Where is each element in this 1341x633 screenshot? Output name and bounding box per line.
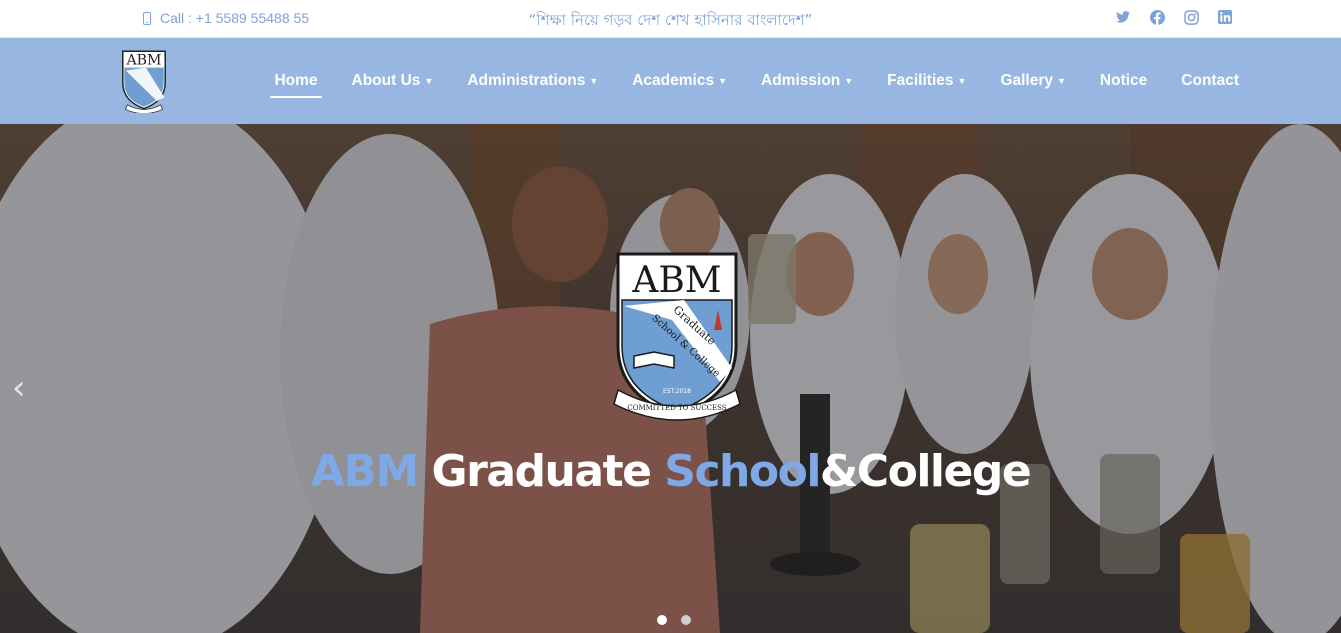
nav-admission[interactable]: Admission ▼	[761, 38, 853, 124]
hero-title-college: &College	[819, 446, 1032, 497]
carousel-dot-1[interactable]	[657, 615, 667, 625]
caret-down-icon: ▼	[718, 76, 728, 86]
caret-down-icon: ▼	[589, 76, 599, 86]
logo-motto: COMMITTED TO SUCCESS	[627, 404, 726, 412]
social-links	[1115, 9, 1233, 25]
caret-down-icon: ▼	[957, 76, 967, 86]
carousel-dot-2[interactable]	[681, 615, 691, 625]
nav-about-us[interactable]: About Us ▼	[352, 38, 434, 124]
main-navbar: ABM Home About Us ▼ Administrations ▼ Acad…	[0, 38, 1341, 124]
nav-gallery-label: Gallery	[1000, 72, 1053, 89]
caret-down-icon: ▼	[1057, 76, 1066, 86]
nav-admission-label: Admission	[761, 72, 841, 89]
nav-academics[interactable]: Academics ▼	[632, 38, 727, 124]
hero-title: ABM Graduate School&College	[0, 446, 1341, 497]
nav-facilities-label: Facilities	[887, 72, 954, 89]
carousel-indicators	[657, 615, 691, 625]
linkedin-icon[interactable]	[1217, 9, 1233, 25]
nav-home[interactable]: Home	[270, 38, 322, 124]
caret-down-icon: ▼	[844, 76, 854, 86]
hero-title-school: School	[664, 446, 821, 497]
svg-text:ABM: ABM	[125, 53, 161, 69]
hero-title-graduate: Graduate	[431, 446, 652, 497]
top-bar: Call : +1 5589 55488 55 “শিক্ষা নিয়ে গড…	[0, 0, 1341, 38]
nav-menu: Home About Us ▼ Administrations ▼ Academic…	[240, 38, 1239, 124]
hero-logo: ABM Graduate School & College EST:2018 C…	[612, 250, 742, 422]
nav-academics-label: Academics	[632, 72, 715, 89]
carousel-prev-arrow-icon[interactable]: ‹	[12, 368, 26, 408]
hero-title-abm: ABM	[310, 446, 419, 497]
nav-home-label: Home	[274, 72, 318, 89]
nav-about-us-label: About Us	[351, 72, 421, 89]
nav-administrations[interactable]: Administrations ▼	[467, 38, 598, 124]
nav-facilities[interactable]: Facilities ▼	[887, 38, 966, 124]
logo-letters: ABM	[631, 260, 721, 301]
facebook-icon[interactable]	[1149, 9, 1165, 25]
logo-est: EST:2018	[663, 388, 691, 395]
nav-administrations-label: Administrations	[467, 72, 586, 89]
nav-notice[interactable]: Notice	[1100, 38, 1147, 124]
nav-gallery[interactable]: Gallery ▼	[1000, 38, 1065, 124]
hero-carousel: ABM Graduate School & College EST:2018 C…	[0, 124, 1341, 633]
instagram-icon[interactable]	[1183, 9, 1199, 25]
twitter-icon[interactable]	[1115, 9, 1131, 25]
site-logo[interactable]: ABM	[119, 49, 169, 114]
nav-contact[interactable]: Contact	[1181, 38, 1239, 124]
nav-contact-label: Contact	[1181, 72, 1239, 89]
nav-notice-label: Notice	[1099, 72, 1148, 89]
caret-down-icon: ▼	[424, 76, 434, 86]
